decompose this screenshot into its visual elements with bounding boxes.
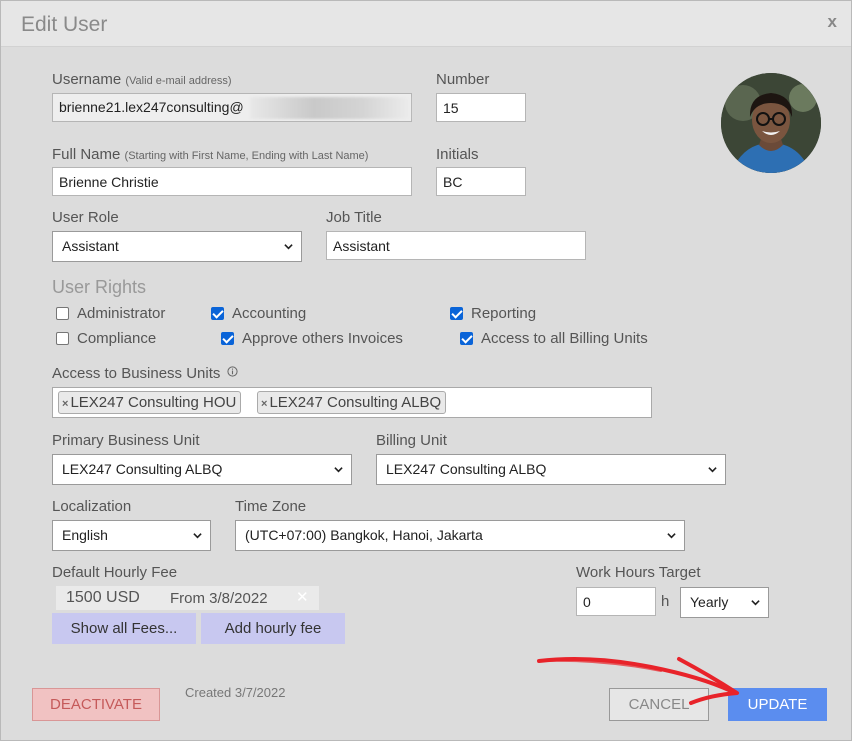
- checkbox-box[interactable]: [56, 307, 69, 320]
- chevron-down-icon: [334, 467, 343, 473]
- billing-unit-value: LEX247 Consulting ALBQ: [386, 461, 547, 477]
- time-zone-label: Time Zone: [235, 498, 307, 515]
- user-role-label: User Role: [52, 209, 119, 226]
- user-role-value: Assistant: [62, 238, 119, 254]
- checkbox-box[interactable]: [450, 307, 463, 320]
- chevron-down-icon: [284, 244, 293, 250]
- business-unit-tag: × LEX247 Consulting ALBQ: [257, 391, 447, 414]
- chevron-down-icon: [708, 467, 717, 473]
- all-billing-units-label: Access to all Billing Units: [481, 330, 648, 347]
- approve-invoices-checkbox[interactable]: Approve others Invoices: [221, 330, 403, 347]
- primary-business-unit-select[interactable]: LEX247 Consulting ALBQ: [52, 454, 352, 485]
- checkbox-box[interactable]: [211, 307, 224, 320]
- username-label: Username (Valid e-mail address): [52, 71, 232, 88]
- hourly-fee-entry: 1500 USD From 3/8/2022 ✕: [56, 586, 319, 610]
- compliance-checkbox[interactable]: Compliance: [56, 330, 156, 347]
- business-units-label-text: Access to Business Units: [52, 365, 221, 382]
- number-label: Number: [436, 71, 490, 88]
- tag-label: LEX247 Consulting ALBQ: [269, 394, 442, 411]
- time-zone-value: (UTC+07:00) Bangkok, Hanoi, Jakarta: [245, 527, 483, 543]
- tag-remove-icon[interactable]: ×: [261, 398, 267, 410]
- localization-value: English: [62, 527, 108, 543]
- full-name-hint: (Starting with First Name, Ending with L…: [124, 150, 369, 162]
- chevron-down-icon: [193, 533, 202, 539]
- primary-business-unit-label: Primary Business Unit: [52, 432, 200, 449]
- business-units-label: Access to Business Units: [52, 365, 238, 382]
- initials-field[interactable]: [436, 167, 526, 196]
- all-billing-units-checkbox[interactable]: Access to all Billing Units: [460, 330, 648, 347]
- work-hours-label: Work Hours Target: [576, 564, 701, 581]
- administrator-checkbox[interactable]: Administrator: [56, 305, 165, 322]
- add-hourly-fee-button[interactable]: Add hourly fee: [201, 613, 345, 644]
- tag-label: LEX247 Consulting HOU: [70, 394, 237, 411]
- remove-fee-icon[interactable]: ✕: [296, 588, 309, 606]
- fee-from-date: From 3/8/2022: [170, 590, 268, 607]
- fee-amount: 1500 USD: [66, 589, 140, 606]
- billing-unit-label: Billing Unit: [376, 432, 447, 449]
- user-avatar: [721, 73, 821, 173]
- primary-business-unit-value: LEX247 Consulting ALBQ: [62, 461, 223, 477]
- user-rights-heading: User Rights: [52, 277, 147, 297]
- update-button[interactable]: UPDATE: [728, 688, 827, 721]
- tag-remove-icon[interactable]: ×: [62, 398, 68, 410]
- username-hint: (Valid e-mail address): [125, 75, 232, 87]
- compliance-label: Compliance: [77, 330, 157, 347]
- show-all-fees-button[interactable]: Show all Fees...: [52, 613, 196, 644]
- avatar-photo: [721, 73, 821, 173]
- checkbox-box[interactable]: [56, 332, 69, 345]
- work-hours-field[interactable]: [576, 587, 656, 616]
- localization-label: Localization: [52, 498, 132, 515]
- initials-label: Initials: [436, 146, 479, 163]
- created-date: Created 3/7/2022: [185, 685, 286, 700]
- username-label-text: Username: [52, 71, 122, 88]
- job-title-field[interactable]: [326, 231, 586, 260]
- work-hours-period-select[interactable]: Yearly: [680, 587, 769, 618]
- billing-unit-select[interactable]: LEX247 Consulting ALBQ: [376, 454, 726, 485]
- username-field[interactable]: brienne21.lex247consulting@: [52, 93, 412, 122]
- user-role-select[interactable]: Assistant: [52, 231, 302, 262]
- accounting-label: Accounting: [232, 305, 307, 322]
- reporting-label: Reporting: [471, 305, 537, 322]
- administrator-label: Administrator: [77, 305, 166, 322]
- accounting-checkbox[interactable]: Accounting: [211, 305, 306, 322]
- full-name-field[interactable]: [52, 167, 412, 196]
- deactivate-button[interactable]: DEACTIVATE: [32, 688, 160, 721]
- time-zone-select[interactable]: (UTC+07:00) Bangkok, Hanoi, Jakarta: [235, 520, 685, 551]
- reporting-checkbox[interactable]: Reporting: [450, 305, 536, 322]
- work-hours-period-value: Yearly: [690, 594, 729, 610]
- chevron-down-icon: [667, 533, 676, 539]
- checkbox-box[interactable]: [221, 332, 234, 345]
- dialog-titlebar: Edit User x: [1, 1, 851, 47]
- dialog-title: Edit User: [21, 13, 108, 36]
- hours-unit-label: h: [661, 593, 670, 610]
- full-name-label-text: Full Name: [52, 146, 121, 163]
- number-field[interactable]: [436, 93, 526, 122]
- localization-select[interactable]: English: [52, 520, 211, 551]
- hourly-fee-label: Default Hourly Fee: [52, 564, 178, 581]
- close-button[interactable]: x: [828, 12, 837, 32]
- business-unit-tag: × LEX247 Consulting HOU: [58, 391, 242, 414]
- chevron-down-icon: [751, 600, 760, 606]
- business-units-multiselect[interactable]: × LEX247 Consulting HOU × LEX247 Consultin…: [52, 387, 652, 418]
- checkbox-box[interactable]: [460, 332, 473, 345]
- full-name-label: Full Name (Starting with First Name, End…: [52, 146, 368, 163]
- cancel-button[interactable]: CANCEL: [609, 688, 709, 721]
- info-icon[interactable]: [226, 366, 238, 377]
- edit-user-dialog: Edit User x Username (Valid e-mail addre…: [0, 0, 852, 741]
- job-title-label: Job Title: [326, 209, 382, 226]
- approve-invoices-label: Approve others Invoices: [242, 330, 403, 347]
- redacted-region: [250, 97, 410, 119]
- username-value: brienne21.lex247consulting@: [59, 99, 244, 115]
